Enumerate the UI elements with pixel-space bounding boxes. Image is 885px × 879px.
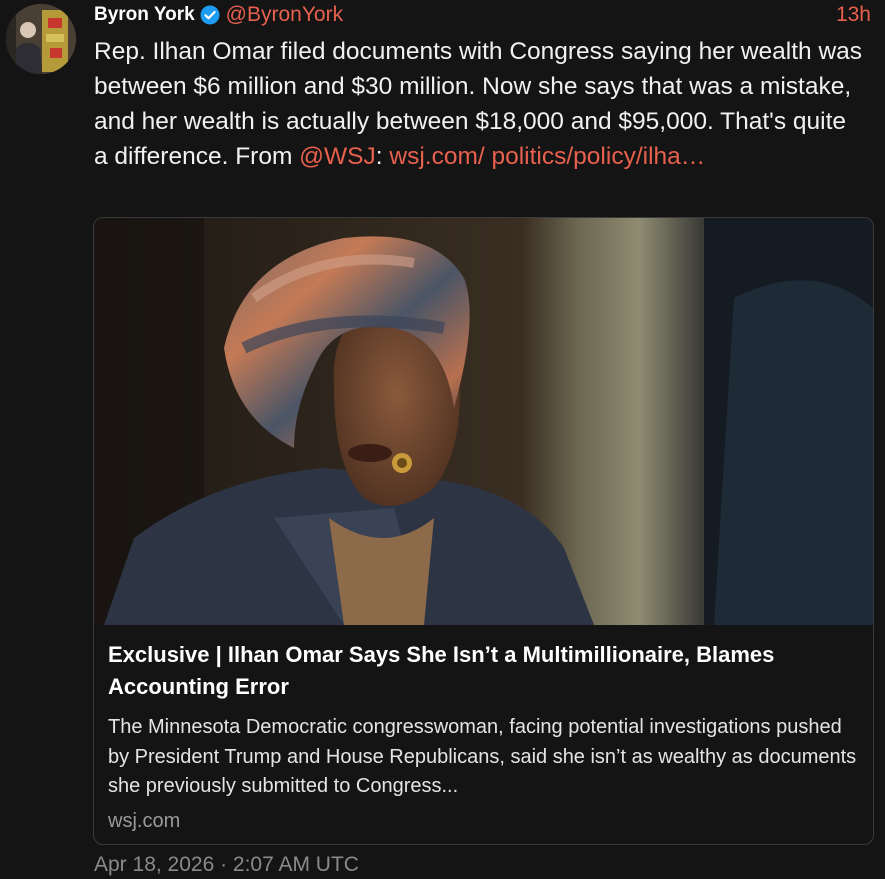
card-title[interactable]: Exclusive | Ilhan Omar Says She Isn’t a …	[108, 639, 859, 703]
mention-link[interactable]: @WSJ	[299, 143, 376, 170]
author-avatar[interactable]	[6, 4, 76, 74]
full-timestamp[interactable]: Apr 18, 2026 · 2:07 AM UTC	[94, 853, 359, 877]
verified-badge-icon	[200, 5, 220, 25]
tweet: Byron York @ByronYork 13h Rep. Ilhan Oma…	[0, 0, 885, 879]
author-display-name[interactable]: Byron York	[94, 4, 195, 26]
card-description: The Minnesota Democratic congresswoman, …	[108, 716, 857, 797]
link-preview-card[interactable]: Exclusive | Ilhan Omar Says She Isn’t a …	[93, 217, 874, 845]
card-body: Exclusive | Ilhan Omar Says She Isn’t a …	[94, 625, 873, 833]
relative-timestamp[interactable]: 13h	[836, 3, 871, 27]
avatar-photo-icon	[6, 4, 76, 74]
article-link[interactable]: wsj.com/ politics/policy/ilha…	[389, 143, 705, 170]
article-photo	[94, 218, 873, 625]
card-domain: wsj.com	[108, 809, 181, 832]
tweet-text: Rep. Ilhan Omar filed documents with Con…	[94, 34, 864, 174]
tweet-header: Byron York @ByronYork 13h	[94, 2, 871, 28]
tweet-text-separator: :	[375, 143, 390, 170]
author-handle[interactable]: @ByronYork	[226, 3, 343, 27]
